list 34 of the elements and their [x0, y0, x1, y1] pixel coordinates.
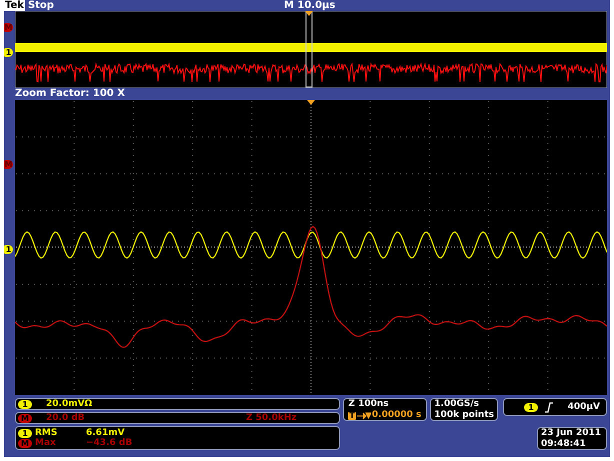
measurement-name: RMS: [35, 428, 58, 438]
date-value: 23 Jun 2011: [541, 428, 602, 438]
channel-badge: M: [18, 414, 32, 422]
measurement-value: −43.6 dB: [86, 438, 132, 448]
channel-badge: 1: [18, 400, 32, 408]
sample-rate-value: 1.00GS/s: [434, 399, 480, 410]
scale-value: 20.0 dB: [46, 413, 86, 423]
measurement-panel[interactable]: 1 RMS 6.61mV M Max −43.6 dB: [15, 426, 340, 450]
channel-badge: 1: [18, 428, 32, 438]
zoom-scale-value: Z 100ns: [348, 399, 390, 410]
timebase-label: M 10.0µs: [284, 0, 336, 11]
measurement-name: Max: [35, 438, 57, 448]
record-length-value: 100k points: [434, 410, 494, 421]
zoom-frequency-value: Z 50.0kHz: [246, 413, 297, 423]
time-value: 09:48:41: [541, 438, 587, 449]
trigger-level-value: 400µV: [568, 402, 600, 412]
channel-badge: 1: [524, 402, 538, 412]
acquisition-readout[interactable]: 1.00GS/s 100k points: [430, 398, 498, 421]
channel-marker[interactable]: 1: [4, 245, 13, 254]
trigger-readout[interactable]: 1 400µV: [503, 398, 607, 416]
zoom-readout[interactable]: Z 100ns T 0.00000 s: [343, 398, 428, 421]
channel-readout[interactable]: 1 20.0mVΩ: [15, 398, 340, 410]
horizontal-position-value: 0.00000 s: [372, 410, 422, 421]
channel-marker[interactable]: 1: [4, 48, 13, 57]
status-label: Stop: [28, 0, 54, 11]
channel-badge: M: [18, 438, 32, 448]
measurement-value: 6.61mV: [86, 428, 125, 438]
scale-value: 20.0mVΩ: [46, 399, 94, 409]
trigger-position-icon: [307, 100, 315, 105]
rising-edge-icon: [544, 402, 554, 412]
trigger-badge: T: [348, 412, 356, 420]
arrow-icon: [356, 412, 371, 420]
zoom-factor-label: Zoom Factor: 100 X: [15, 88, 125, 99]
brand-label: Tek: [4, 0, 25, 11]
